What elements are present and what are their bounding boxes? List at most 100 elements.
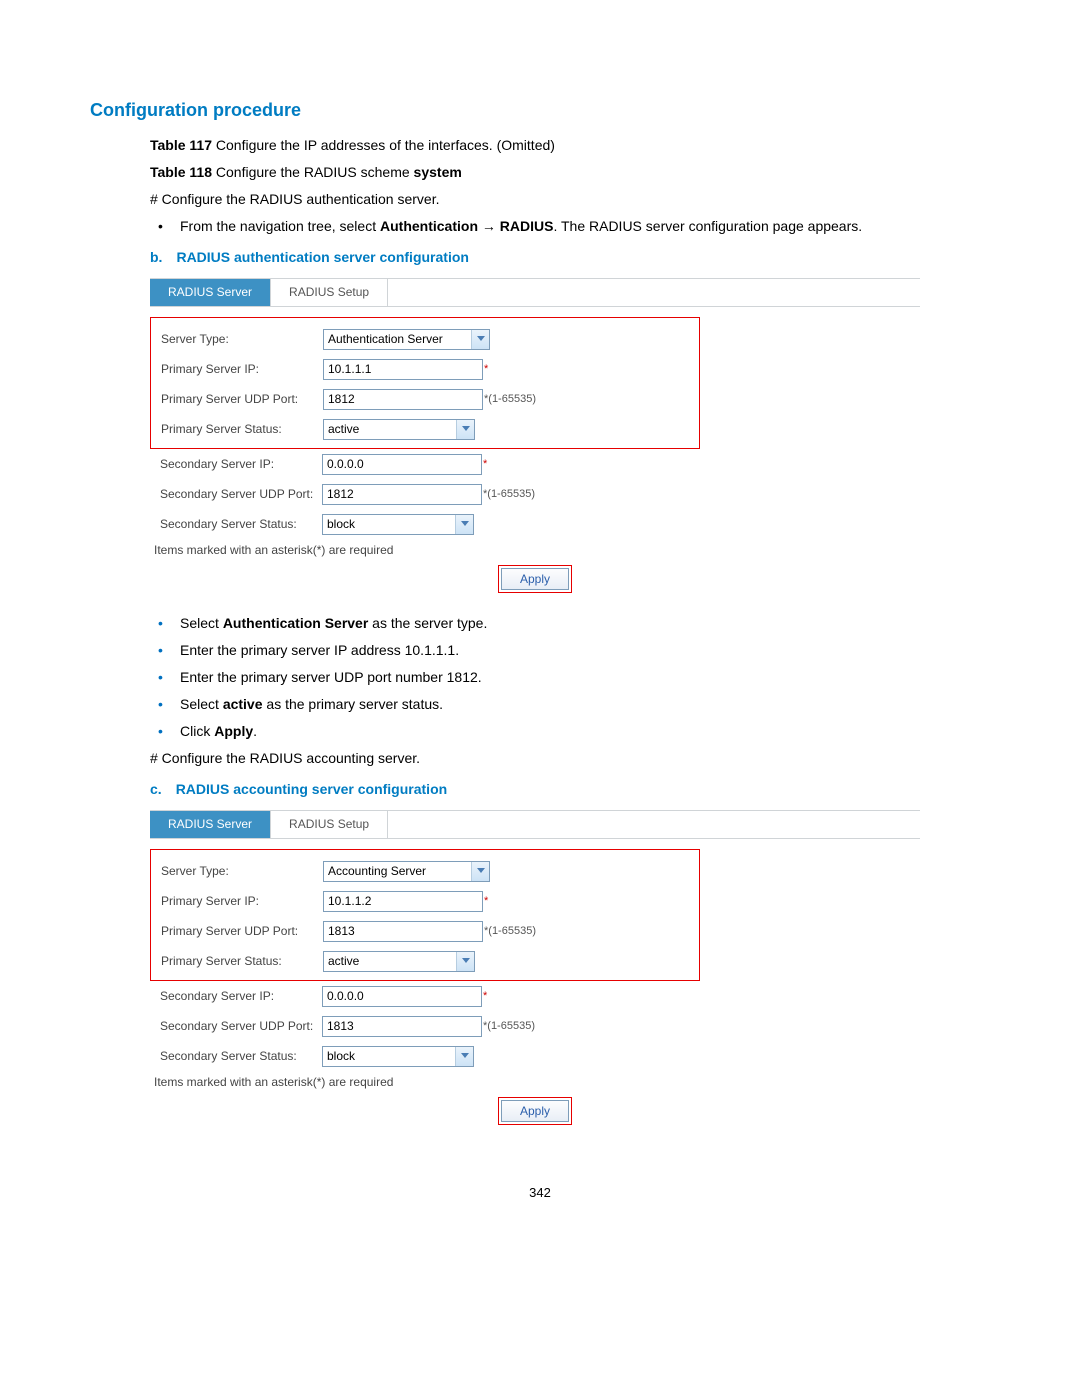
primary-status-value: active: [324, 954, 456, 968]
primary-ip-input[interactable]: [323, 359, 483, 380]
primary-status-select[interactable]: active: [323, 951, 475, 972]
bullet-item: Enter the primary server IP address 10.1…: [150, 640, 990, 661]
table-117-line: Table 117 Configure the IP addresses of …: [150, 135, 990, 156]
hash-comment-2: # Configure the RADIUS accounting server…: [150, 748, 990, 769]
chevron-down-icon: [455, 1047, 473, 1066]
label-primary-port: Primary Server UDP Port:: [161, 924, 323, 938]
highlight-box: Server Type: Authentication Server Prima…: [150, 317, 700, 449]
required-star: *: [484, 363, 488, 375]
label-primary-ip: Primary Server IP:: [161, 894, 323, 908]
tab-bar: RADIUS Server RADIUS Setup: [150, 811, 920, 839]
row-primary-status: Primary Server Status: active: [151, 946, 699, 976]
row-secondary-port: Secondary Server UDP Port: *(1-65535): [150, 479, 920, 509]
row-primary-ip: Primary Server IP: *: [151, 886, 699, 916]
nav-b1: Authentication: [380, 218, 478, 234]
bullet-item: Click Apply.: [150, 721, 990, 742]
row-primary-status: Primary Server Status: active: [151, 414, 699, 444]
form-area: Server Type: Authentication Server Prima…: [150, 307, 920, 593]
tab-radius-server[interactable]: RADIUS Server: [150, 811, 271, 838]
primary-status-value: active: [324, 422, 456, 436]
bullet-bold: Authentication Server: [223, 615, 368, 631]
chevron-down-icon: [456, 952, 474, 971]
section-heading: Configuration procedure: [90, 100, 990, 121]
nav-bullet: From the navigation tree, select Authent…: [150, 216, 990, 237]
table-117-text: Configure the IP addresses of the interf…: [212, 137, 555, 153]
apply-wrap: Apply: [150, 1097, 920, 1125]
document-page: Configuration procedure Table 117 Config…: [0, 0, 1080, 1397]
radius-acct-panel: RADIUS Server RADIUS Setup Server Type: …: [150, 810, 920, 1125]
row-secondary-ip: Secondary Server IP: *: [150, 449, 920, 479]
bullet-bold: active: [223, 696, 263, 712]
server-type-select[interactable]: Accounting Server: [323, 861, 490, 882]
bullet-post: as the server type.: [368, 615, 487, 631]
table-118-line: Table 118 Configure the RADIUS scheme sy…: [150, 162, 990, 183]
secondary-status-select[interactable]: block: [322, 514, 474, 535]
primary-ip-input[interactable]: [323, 891, 483, 912]
label-secondary-status: Secondary Server Status:: [160, 1049, 322, 1063]
port-range-hint: *(1-65535): [483, 488, 535, 500]
table-118-prefix: Table 118: [150, 164, 212, 180]
page-number: 342: [90, 1185, 990, 1200]
server-type-value: Authentication Server: [324, 332, 471, 346]
instruction-bullets: Select Authentication Server as the serv…: [150, 613, 990, 742]
sub-b-text: RADIUS authentication server configurati…: [176, 249, 468, 265]
label-secondary-ip: Secondary Server IP:: [160, 457, 322, 471]
label-primary-status: Primary Server Status:: [161, 954, 323, 968]
secondary-ip-input[interactable]: [322, 986, 482, 1007]
bullet-text: Enter the primary server IP address 10.1…: [180, 642, 459, 658]
apply-highlight: Apply: [498, 1097, 572, 1125]
nav-pre: From the navigation tree, select: [180, 218, 380, 234]
label-server-type: Server Type:: [161, 332, 323, 346]
row-secondary-status: Secondary Server Status: block: [150, 509, 920, 539]
server-type-select[interactable]: Authentication Server: [323, 329, 490, 350]
row-primary-port: Primary Server UDP Port: *(1-65535): [151, 384, 699, 414]
bullet-post: as the primary server status.: [263, 696, 444, 712]
required-star: *: [484, 895, 488, 907]
port-range-hint: *(1-65535): [483, 1020, 535, 1032]
row-secondary-ip: Secondary Server IP: *: [150, 981, 920, 1011]
port-range-hint: *(1-65535): [484, 925, 536, 937]
secondary-port-input[interactable]: [322, 1016, 482, 1037]
nav-post: . The RADIUS server configuration page a…: [553, 218, 862, 234]
required-star: *: [483, 458, 487, 470]
table-118-bold: system: [414, 164, 462, 180]
sub-heading-c: c.RADIUS accounting server configuration: [150, 779, 990, 800]
apply-button[interactable]: Apply: [501, 568, 569, 590]
apply-button[interactable]: Apply: [501, 1100, 569, 1122]
port-range-hint: *(1-65535): [484, 393, 536, 405]
required-star: *: [483, 990, 487, 1002]
bullet-text: Select: [180, 615, 223, 631]
primary-port-input[interactable]: [323, 389, 483, 410]
chevron-down-icon: [455, 515, 473, 534]
bullet-item: Select Authentication Server as the serv…: [150, 613, 990, 634]
label-secondary-port: Secondary Server UDP Port:: [160, 487, 322, 501]
secondary-status-select[interactable]: block: [322, 1046, 474, 1067]
highlight-box: Server Type: Accounting Server Primary S…: [150, 849, 700, 981]
row-primary-port: Primary Server UDP Port: *(1-65535): [151, 916, 699, 946]
primary-status-select[interactable]: active: [323, 419, 475, 440]
chevron-down-icon: [456, 420, 474, 439]
label-primary-ip: Primary Server IP:: [161, 362, 323, 376]
primary-port-input[interactable]: [323, 921, 483, 942]
tab-radius-setup[interactable]: RADIUS Setup: [271, 811, 388, 838]
sub-c-text: RADIUS accounting server configuration: [176, 781, 447, 797]
apply-wrap: Apply: [150, 565, 920, 593]
secondary-ip-input[interactable]: [322, 454, 482, 475]
secondary-status-value: block: [323, 517, 455, 531]
tab-radius-server[interactable]: RADIUS Server: [150, 279, 271, 306]
secondary-port-input[interactable]: [322, 484, 482, 505]
label-primary-port: Primary Server UDP Port:: [161, 392, 323, 406]
bullet-item: Select active as the primary server stat…: [150, 694, 990, 715]
label-secondary-port: Secondary Server UDP Port:: [160, 1019, 322, 1033]
row-secondary-status: Secondary Server Status: block: [150, 1041, 920, 1071]
sub-heading-b: b. RADIUS authentication server configura…: [150, 247, 990, 268]
tab-radius-setup[interactable]: RADIUS Setup: [271, 279, 388, 306]
secondary-status-value: block: [323, 1049, 455, 1063]
apply-highlight: Apply: [498, 565, 572, 593]
bullet-text: Select: [180, 696, 223, 712]
table-118-mid: Configure the RADIUS scheme: [212, 164, 414, 180]
label-secondary-ip: Secondary Server IP:: [160, 989, 322, 1003]
row-server-type: Server Type: Authentication Server: [151, 324, 699, 354]
tab-bar: RADIUS Server RADIUS Setup: [150, 279, 920, 307]
sub-b-letter: b.: [150, 249, 162, 265]
